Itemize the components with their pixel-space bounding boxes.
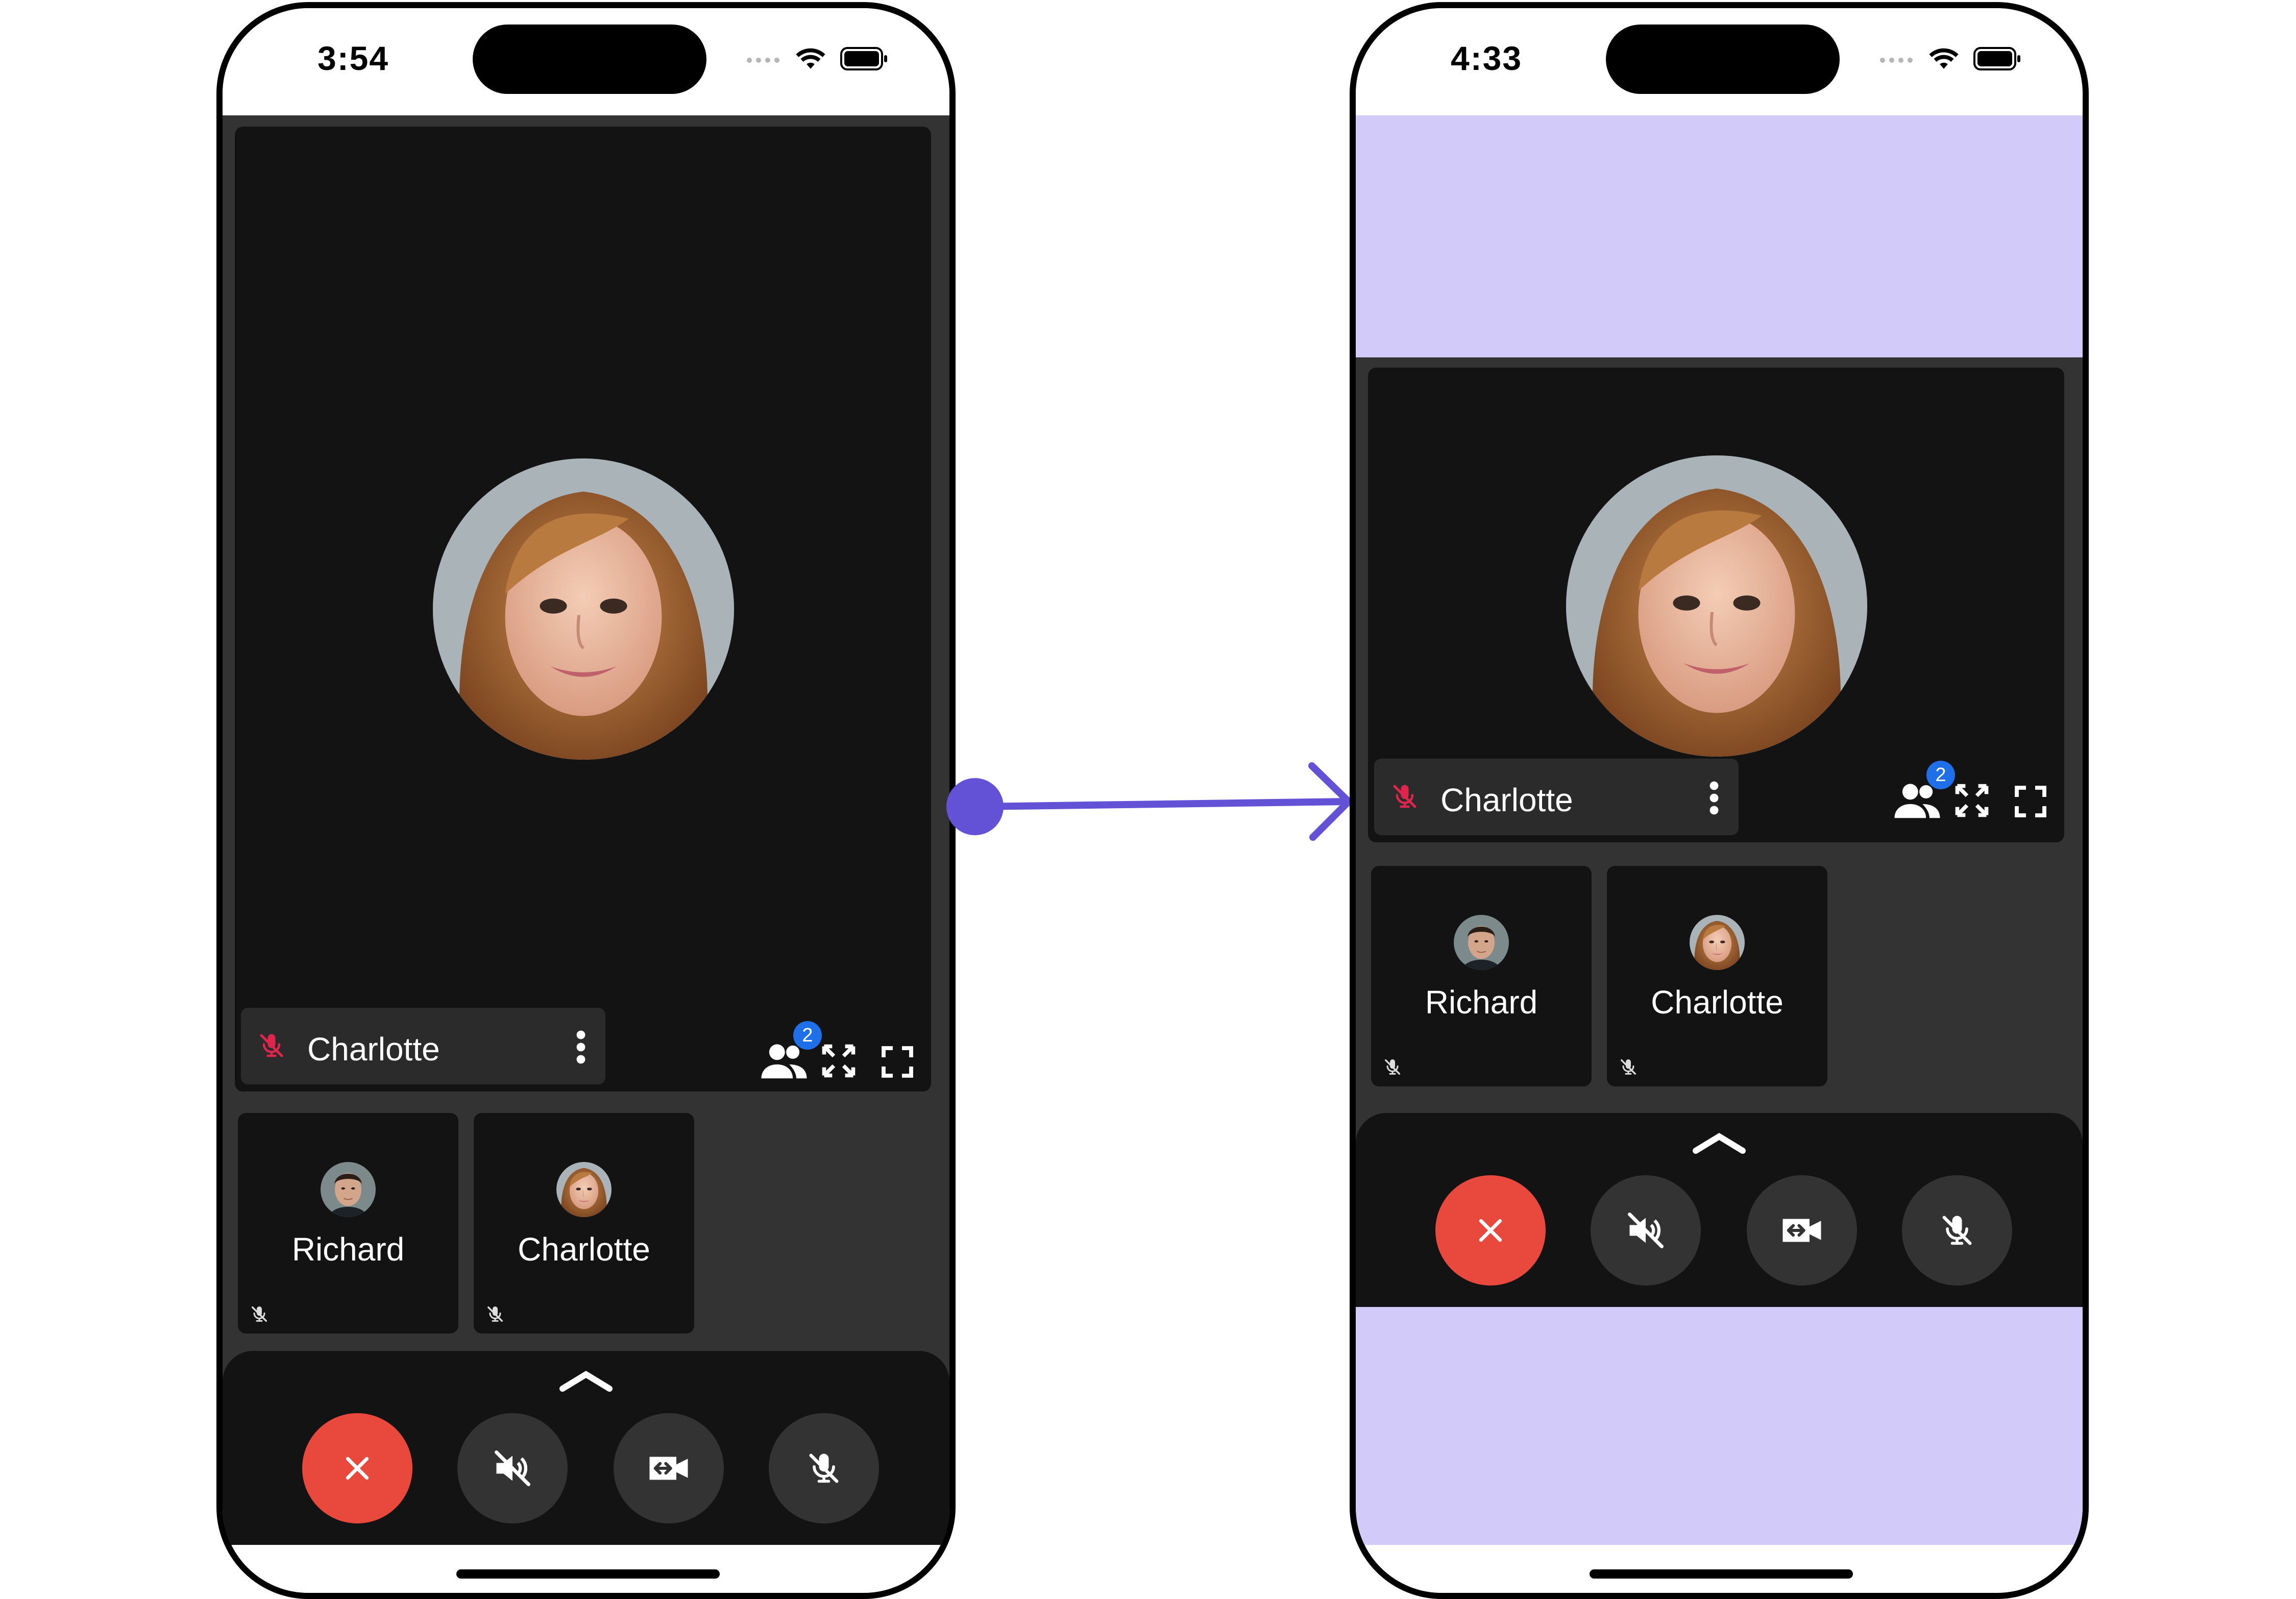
thumbnail-avatar <box>321 1162 376 1217</box>
mic-muted-icon <box>249 1304 270 1324</box>
thumbnail-name: Charlotte <box>1651 984 1784 1021</box>
battery-icon <box>1973 47 2020 70</box>
status-time: 3:54 <box>317 39 389 77</box>
participant-name-pill[interactable]: Charlotte <box>1374 759 1739 835</box>
thumbnail-avatar <box>1690 915 1745 970</box>
participants-count-badge: 2 <box>1926 761 1955 789</box>
participant-thumbnail[interactable]: Charlotte <box>1607 866 1827 1086</box>
mic-muted-icon <box>1382 1057 1403 1077</box>
cellular-signal-icon <box>747 58 779 63</box>
mic-toggle-button[interactable] <box>1902 1175 2012 1286</box>
end-call-button[interactable] <box>302 1413 412 1523</box>
thumbnail-name: Richard <box>1425 984 1538 1021</box>
phone-frame: 3:54 Charlotte 2 Richard Charlotte <box>216 2 956 1599</box>
call-screen: Charlotte 2 Richard Charlotte <box>223 115 949 1545</box>
dynamic-island <box>473 25 706 94</box>
expand-icon[interactable] <box>819 1041 858 1080</box>
speaker-muted-icon <box>495 1450 530 1486</box>
dynamic-island <box>1606 25 1840 94</box>
close-icon <box>346 1457 369 1480</box>
call-embed-container: Charlotte 2 Richard Charlotte <box>1356 357 2083 1307</box>
speaker-toggle-button[interactable] <box>1591 1175 1701 1286</box>
mic-muted-icon <box>1938 1211 1976 1250</box>
left-phone-mockup: 3:54 Charlotte 2 Richard Charlotte <box>214 0 956 1599</box>
arrow-line <box>971 798 1351 810</box>
switch-camera-button[interactable] <box>614 1413 724 1523</box>
thumbnail-name: Charlotte <box>518 1231 650 1268</box>
participant-name-pill[interactable]: Charlotte <box>241 1008 605 1084</box>
participant-avatar <box>433 458 734 760</box>
right-phone-mockup: 4:33 Charlotte 2 Richard Charlotte <box>1348 0 2089 1599</box>
mic-toggle-button[interactable] <box>769 1413 879 1523</box>
kebab-menu-icon[interactable] <box>575 1030 587 1064</box>
fullscreen-icon[interactable] <box>2012 783 2049 820</box>
status-bar: 4:33 <box>1356 8 2083 115</box>
participant-thumbnail[interactable]: Richard <box>238 1113 458 1334</box>
speaker-toggle-button[interactable] <box>457 1413 568 1523</box>
host-app-background: Charlotte 2 Richard Charlotte <box>1356 115 2083 1545</box>
end-call-button[interactable] <box>1435 1175 1546 1286</box>
thumbnail-name: Richard <box>291 1231 405 1268</box>
expand-icon[interactable] <box>1952 781 1991 820</box>
kebab-menu-icon[interactable] <box>1708 781 1720 815</box>
fullscreen-icon[interactable] <box>879 1044 916 1080</box>
home-indicator <box>1590 1569 1853 1579</box>
phone-frame: 4:33 Charlotte 2 Richard Charlotte <box>1350 2 2089 1599</box>
mic-muted-icon <box>485 1304 505 1324</box>
status-bar: 3:54 <box>223 8 949 115</box>
speaker-muted-icon <box>1628 1213 1664 1248</box>
mic-muted-icon <box>256 1030 287 1061</box>
battery-icon <box>840 47 887 70</box>
participant-thumbnail[interactable]: Richard <box>1371 866 1592 1086</box>
close-icon <box>1479 1219 1502 1242</box>
home-indicator <box>456 1569 720 1579</box>
thumbnail-avatar <box>1454 915 1509 970</box>
participant-thumbnail[interactable]: Charlotte <box>474 1113 694 1334</box>
chevron-up-icon[interactable] <box>1692 1130 1747 1155</box>
cellular-signal-icon <box>1880 58 1913 63</box>
wifi-icon <box>796 48 825 69</box>
participant-avatar <box>1566 455 1867 757</box>
switch-camera-button[interactable] <box>1747 1175 1857 1286</box>
main-participant-tile[interactable]: Charlotte 2 <box>1368 368 2064 842</box>
switch-camera-icon <box>1782 1219 1821 1242</box>
call-controls-panel <box>223 1351 949 1545</box>
participant-name: Charlotte <box>1440 782 1573 818</box>
status-time: 4:33 <box>1451 39 1523 77</box>
mic-muted-icon <box>1618 1057 1639 1077</box>
wifi-icon <box>1929 48 1959 69</box>
participant-name: Charlotte <box>307 1031 440 1068</box>
transition-arrow <box>946 762 1352 841</box>
thumbnail-avatar <box>556 1162 612 1217</box>
chevron-up-icon[interactable] <box>558 1368 614 1393</box>
main-participant-tile[interactable]: Charlotte 2 <box>235 127 931 1092</box>
mic-muted-icon <box>804 1449 843 1488</box>
mic-muted-icon <box>1389 781 1420 812</box>
call-controls-panel <box>1356 1113 2083 1307</box>
participants-count-badge: 2 <box>793 1021 822 1050</box>
switch-camera-icon <box>649 1457 688 1480</box>
